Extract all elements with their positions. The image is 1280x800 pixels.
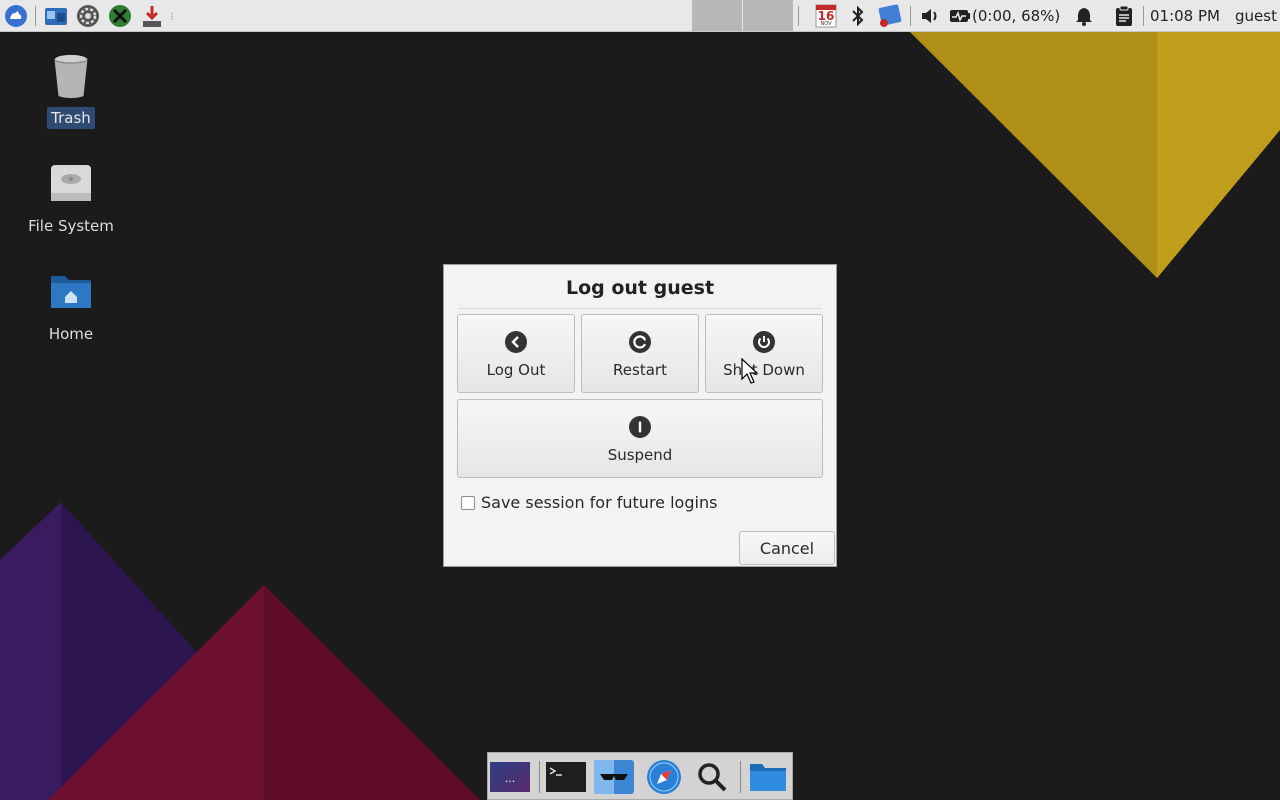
network-icon bbox=[878, 4, 902, 27]
save-session-label: Save session for future logins bbox=[481, 493, 718, 512]
network-button[interactable] bbox=[876, 4, 904, 28]
panel-separator bbox=[35, 6, 36, 26]
drive-icon bbox=[51, 165, 91, 201]
dock-finder[interactable] bbox=[594, 759, 634, 795]
desktop-icon-trash[interactable]: Trash bbox=[21, 52, 121, 129]
suspend-icon bbox=[629, 416, 651, 438]
bluetooth-button[interactable] bbox=[846, 4, 870, 28]
xfce-x-icon bbox=[109, 5, 131, 27]
desktop-icon-label: File System bbox=[28, 217, 114, 235]
battery-button[interactable] bbox=[948, 4, 972, 28]
desktop-icon-home[interactable]: Home bbox=[21, 268, 121, 345]
panel-handle[interactable]: ⁝ bbox=[168, 4, 176, 28]
restart-label: Restart bbox=[613, 361, 667, 379]
panel-separator bbox=[1143, 6, 1144, 26]
workspace-1[interactable] bbox=[692, 0, 742, 31]
terminal-icon bbox=[546, 762, 586, 792]
mouse-pointer-icon bbox=[741, 358, 759, 384]
calendar-indicator[interactable]: 16 NOV bbox=[814, 4, 838, 28]
log-out-button[interactable]: Log Out bbox=[457, 314, 575, 393]
shut-down-button[interactable]: Shut Down bbox=[705, 314, 823, 393]
bottom-dock: ... bbox=[487, 752, 793, 800]
panel-separator bbox=[798, 6, 799, 26]
save-session-checkbox[interactable] bbox=[461, 495, 475, 510]
settings-icon bbox=[77, 5, 99, 27]
cancel-button[interactable]: Cancel bbox=[739, 531, 835, 565]
notifications-button[interactable] bbox=[1072, 4, 1096, 28]
dock-search[interactable] bbox=[692, 759, 732, 795]
workspace-2[interactable] bbox=[743, 0, 793, 31]
power-icon bbox=[753, 331, 775, 353]
volume-icon bbox=[922, 9, 937, 23]
bluetooth-icon bbox=[852, 6, 864, 26]
finder-icon bbox=[594, 760, 634, 794]
clipboard-button[interactable] bbox=[1112, 4, 1136, 28]
workspace-preview-label: ... bbox=[504, 772, 516, 785]
volume-button[interactable] bbox=[918, 4, 942, 28]
downloader-icon bbox=[143, 6, 161, 27]
suspend-label: Suspend bbox=[607, 446, 673, 464]
xfce-launcher[interactable] bbox=[106, 4, 134, 28]
clock[interactable]: 01:08 PM bbox=[1150, 0, 1220, 32]
file-manager-icon bbox=[45, 8, 67, 25]
log-out-label: Log Out bbox=[486, 361, 546, 379]
search-icon bbox=[698, 763, 727, 792]
whisker-menu-button[interactable] bbox=[2, 4, 30, 28]
desktop-icon-file-system[interactable]: File System bbox=[21, 160, 121, 237]
shut-down-label: Shut Down bbox=[723, 361, 805, 379]
top-panel: ⁝ 16 NOV (0:00, 68%) 01:08 PM guest bbox=[0, 0, 1280, 32]
desktop-icon-label: Home bbox=[48, 325, 94, 343]
dock-folder[interactable] bbox=[748, 759, 788, 795]
battery-icon bbox=[950, 10, 970, 23]
logout-arrow-icon bbox=[505, 331, 527, 353]
suspend-button[interactable]: Suspend bbox=[457, 399, 823, 478]
dock-separator bbox=[539, 761, 540, 793]
panel-separator bbox=[910, 6, 911, 26]
battery-status-text: (0:00, 68%) bbox=[972, 7, 1061, 25]
whisker-menu-icon bbox=[5, 5, 27, 27]
user-menu[interactable]: guest bbox=[1235, 0, 1277, 32]
dock-browser[interactable] bbox=[644, 759, 684, 795]
dock-workspace-preview[interactable]: ... bbox=[490, 759, 530, 795]
calendar-month: NOV bbox=[820, 21, 832, 27]
notifications-icon bbox=[1076, 8, 1092, 26]
trash-icon bbox=[54, 54, 88, 99]
clipboard-icon bbox=[1116, 5, 1132, 26]
dock-separator bbox=[740, 761, 741, 793]
logout-dialog: Log out guest Log Out Restart Shut Down … bbox=[443, 264, 837, 567]
restart-icon bbox=[629, 331, 651, 353]
browser-compass-icon bbox=[647, 760, 681, 794]
dialog-title: Log out guest bbox=[565, 277, 715, 299]
restart-button[interactable]: Restart bbox=[581, 314, 699, 393]
dialog-divider bbox=[458, 308, 822, 309]
desktop-icon-label: Trash bbox=[47, 107, 95, 129]
downloader-launcher[interactable] bbox=[138, 4, 166, 28]
dock-terminal[interactable] bbox=[546, 759, 586, 795]
home-folder-icon bbox=[51, 276, 91, 308]
save-session-option[interactable]: Save session for future logins bbox=[461, 493, 717, 512]
settings-launcher[interactable] bbox=[74, 4, 102, 28]
folder-icon bbox=[750, 764, 786, 791]
file-manager-launcher[interactable] bbox=[42, 4, 70, 28]
